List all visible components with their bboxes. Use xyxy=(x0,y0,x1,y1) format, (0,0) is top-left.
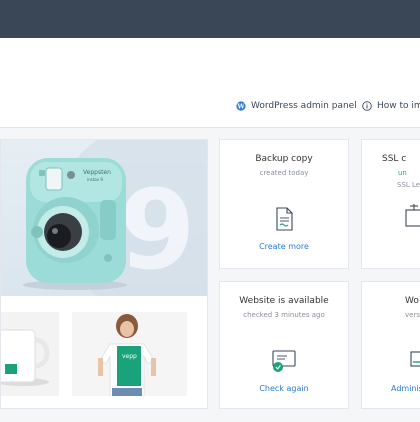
website-available-card: Website is available checked 3 minutes a… xyxy=(219,281,349,409)
wordpress-icon: W xyxy=(236,101,246,111)
document-icon xyxy=(276,207,293,231)
wordpress-admin-link[interactable]: W WordPress admin panel xyxy=(236,101,357,111)
top-navigation-bar xyxy=(0,0,420,38)
wordpress-admin-label: WordPress admin panel xyxy=(251,101,357,111)
shirt-print-text: vepp xyxy=(122,353,137,360)
certificate-icon xyxy=(405,204,420,227)
camera-model-text: instax 9 xyxy=(87,177,103,182)
check-again-link[interactable]: Check again xyxy=(220,384,348,393)
website-title: Website is available xyxy=(239,296,329,306)
ssl-card: SSL c un SSL Le xyxy=(361,139,420,269)
camera-brand-text: Veppsten xyxy=(83,169,111,176)
ssl-title: SSL c xyxy=(382,154,407,164)
mug-image xyxy=(1,312,59,396)
ssl-status: un xyxy=(398,169,407,177)
quick-links-bar: W WordPress admin panel How to im xyxy=(0,101,420,117)
wordpress-card-title: Wo xyxy=(405,296,419,306)
mug-thumbnail xyxy=(1,312,59,396)
website-subtitle: checked 3 minutes ago xyxy=(243,311,325,319)
ssl-card-clip: SSL c un SSL Le xyxy=(361,139,420,269)
tshirt-thumbnail: vepp xyxy=(72,312,187,396)
backup-title: Backup copy xyxy=(255,154,313,164)
camera-image: 9 Veppsten instax 9 xyxy=(23,140,207,296)
backup-subtitle: created today xyxy=(259,169,309,177)
wordpress-card: Wo versi Adminis xyxy=(361,281,420,409)
site-preview[interactable]: 9 Veppsten instax 9 vepp xyxy=(0,139,208,409)
info-icon xyxy=(362,101,372,111)
preview-hero-image: 9 Veppsten instax 9 xyxy=(1,140,207,296)
tshirt-image: vepp xyxy=(72,312,187,396)
ssl-detail: SSL Le xyxy=(397,181,420,189)
monitor-check-icon xyxy=(272,350,296,372)
how-to-link[interactable]: How to im xyxy=(362,101,420,111)
how-to-label: How to im xyxy=(377,101,420,111)
svg-text:W: W xyxy=(236,102,245,110)
divider xyxy=(0,127,420,128)
wordpress-card-clip: Wo versi Adminis xyxy=(361,281,420,409)
create-more-link[interactable]: Create more xyxy=(220,242,348,251)
admin-panel-icon xyxy=(410,351,420,367)
wordpress-card-subtitle: versi xyxy=(405,311,420,319)
administer-link[interactable]: Adminis xyxy=(391,384,420,393)
backup-copy-card: Backup copy created today Create more xyxy=(219,139,349,269)
svg-text:9: 9 xyxy=(119,166,196,294)
